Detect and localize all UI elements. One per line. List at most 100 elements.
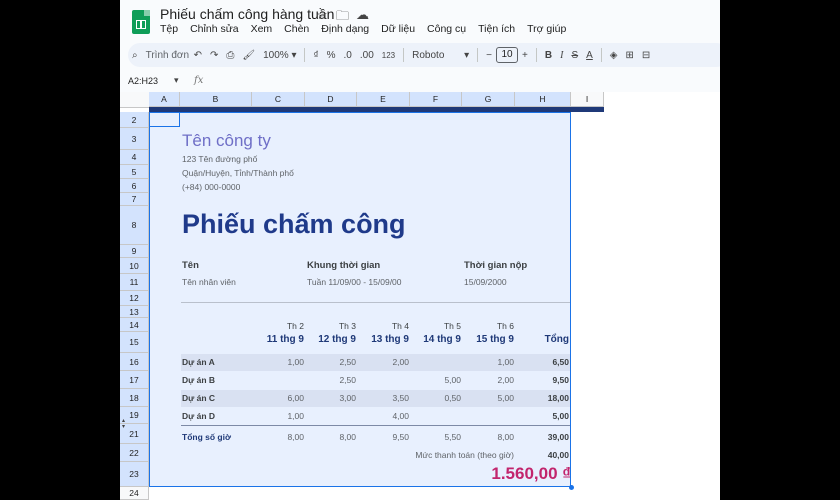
merge-cells-icon[interactable]: ⊟ xyxy=(638,50,654,61)
menu-view[interactable]: Xem xyxy=(251,23,273,35)
increase-decimal-button[interactable]: .00 xyxy=(356,50,378,61)
row-header-8[interactable]: 8 xyxy=(120,206,149,245)
text-color-button[interactable]: A xyxy=(582,50,597,61)
active-cell[interactable] xyxy=(149,112,180,127)
hours-cell[interactable]: 3,50 xyxy=(357,393,409,403)
row-header-22[interactable]: 22 xyxy=(120,444,149,462)
total-column-header[interactable]: Tổng xyxy=(515,334,569,345)
bold-button[interactable]: B xyxy=(541,50,556,61)
print-icon[interactable]: ⎙ xyxy=(222,50,238,61)
redo-icon[interactable]: ↷ xyxy=(206,50,222,61)
hours-cell[interactable]: 3,00 xyxy=(305,393,356,403)
name-label[interactable]: Tên xyxy=(182,260,199,271)
day-name[interactable]: Th 2 xyxy=(252,321,304,331)
fill-handle[interactable] xyxy=(569,485,574,490)
column-header-d[interactable]: D xyxy=(305,92,357,107)
hourly-rate-value[interactable]: 40,00 xyxy=(515,450,569,460)
day-name[interactable]: Th 5 xyxy=(410,321,461,331)
project-total[interactable]: 18,00 xyxy=(515,393,569,403)
column-header-e[interactable]: E xyxy=(357,92,410,107)
total-pay[interactable]: 1.560,00 ₫ xyxy=(420,464,571,484)
row-header-23[interactable]: 23 xyxy=(120,462,149,487)
daily-total[interactable]: 5,50 xyxy=(410,432,461,442)
row-header-14[interactable]: 14 xyxy=(120,318,149,332)
name-box[interactable]: A2:H23 xyxy=(128,76,158,86)
daily-total[interactable]: 9,50 xyxy=(357,432,409,442)
timesheet-heading[interactable]: Phiếu chấm công xyxy=(182,209,406,240)
increase-font-size-button[interactable]: + xyxy=(518,50,532,61)
project-total[interactable]: 5,00 xyxy=(515,411,569,421)
day-name[interactable]: Th 4 xyxy=(357,321,409,331)
chevron-down-icon[interactable]: ▾ xyxy=(174,75,179,86)
day-date[interactable]: 13 thg 9 xyxy=(357,334,409,345)
paint-format-icon[interactable]: 🖌 xyxy=(238,50,259,61)
cloud-status-icon[interactable]: ☁ xyxy=(356,7,369,23)
hours-cell[interactable]: 2,00 xyxy=(357,357,409,367)
submit-date-value[interactable]: 15/09/2000 xyxy=(464,277,507,287)
menu-edit[interactable]: Chỉnh sửa xyxy=(190,23,238,35)
hours-cell[interactable]: 5,00 xyxy=(410,375,461,385)
project-name[interactable]: Dự án D xyxy=(182,411,215,421)
hours-cell[interactable]: 6,00 xyxy=(252,393,304,403)
daily-total[interactable]: 8,00 xyxy=(252,432,304,442)
star-icon[interactable]: ☆ xyxy=(316,7,328,23)
project-name[interactable]: Dự án A xyxy=(182,357,215,367)
period-value[interactable]: Tuần 11/09/00 - 15/09/00 xyxy=(307,277,402,287)
day-date[interactable]: 11 thg 9 xyxy=(252,334,304,345)
project-total[interactable]: 6,50 xyxy=(515,357,569,367)
menu-insert[interactable]: Chèn xyxy=(284,23,309,35)
hidden-rows-arrows-icon[interactable]: ▴ ▾ xyxy=(122,418,125,430)
total-hours-label[interactable]: Tổng số giờ xyxy=(182,432,231,442)
decrease-decimal-button[interactable]: .0 xyxy=(340,50,356,61)
hours-cell[interactable]: 1,00 xyxy=(252,411,304,421)
borders-icon[interactable]: ⊞ xyxy=(621,50,637,61)
undo-icon[interactable]: ↶ xyxy=(190,50,206,61)
column-header-c[interactable]: C xyxy=(252,92,305,107)
column-header-g[interactable]: G xyxy=(462,92,515,107)
submit-date-label[interactable]: Thời gian nộp xyxy=(464,260,527,271)
row-header-12[interactable]: 12 xyxy=(120,291,149,306)
font-size-input[interactable]: 10 xyxy=(496,47,519,63)
row-header-7[interactable]: 7 xyxy=(120,193,149,206)
day-name[interactable]: Th 6 xyxy=(462,321,514,331)
menu-help[interactable]: Trợ giúp xyxy=(527,23,566,35)
zoom-select[interactable]: 100% ▾ xyxy=(259,50,300,61)
row-header-11[interactable]: 11 xyxy=(120,274,149,291)
search-menu-icon[interactable]: ⌕ xyxy=(128,50,142,61)
percent-format-button[interactable]: % xyxy=(323,50,340,61)
grand-total-hours[interactable]: 39,00 xyxy=(515,432,569,442)
row-header-9[interactable]: 9 xyxy=(120,245,149,258)
menu-file[interactable]: Tệp xyxy=(160,23,178,35)
sheets-logo-icon[interactable] xyxy=(132,10,150,34)
row-header-24[interactable]: 24 xyxy=(120,487,149,500)
hourly-rate-label[interactable]: Mức thanh toán (theo giờ) xyxy=(390,450,514,460)
document-title[interactable]: Phiếu chấm công hàng tuần xyxy=(160,6,334,22)
row-header-10[interactable]: 10 xyxy=(120,258,149,274)
project-name[interactable]: Dự án B xyxy=(182,375,215,385)
day-date[interactable]: 14 thg 9 xyxy=(410,334,461,345)
column-header-f[interactable]: F xyxy=(410,92,462,107)
hours-cell[interactable]: 0,50 xyxy=(410,393,461,403)
hours-cell[interactable]: 2,50 xyxy=(305,357,356,367)
menu-format[interactable]: Định dạng xyxy=(321,23,369,35)
hours-cell[interactable]: 4,00 xyxy=(357,411,409,421)
column-header-h[interactable]: H xyxy=(515,92,571,107)
day-date[interactable]: 12 thg 9 xyxy=(305,334,356,345)
menu-tools[interactable]: Công cụ xyxy=(427,23,466,35)
decrease-font-size-button[interactable]: − xyxy=(482,50,496,61)
row-header-2[interactable]: 2 xyxy=(120,112,149,128)
day-name[interactable]: Th 3 xyxy=(305,321,356,331)
chevron-down-icon[interactable]: ▾ xyxy=(460,50,473,61)
company-name[interactable]: Tên công ty xyxy=(182,131,271,151)
column-header-i[interactable]: I xyxy=(571,92,604,107)
search-menus-input[interactable]: Trình đơn xyxy=(142,50,190,61)
row-header-4[interactable]: 4 xyxy=(120,150,149,165)
row-header-3[interactable]: 3 xyxy=(120,128,149,150)
select-all-corner[interactable] xyxy=(120,92,150,108)
daily-total[interactable]: 8,00 xyxy=(462,432,514,442)
project-name[interactable]: Dự án C xyxy=(182,393,215,403)
column-header-b[interactable]: B xyxy=(180,92,252,107)
name-value[interactable]: Tên nhân viên xyxy=(182,277,236,287)
address-line-2[interactable]: Quận/Huyện, Tỉnh/Thành phố xyxy=(182,168,294,178)
project-total[interactable]: 9,50 xyxy=(515,375,569,385)
